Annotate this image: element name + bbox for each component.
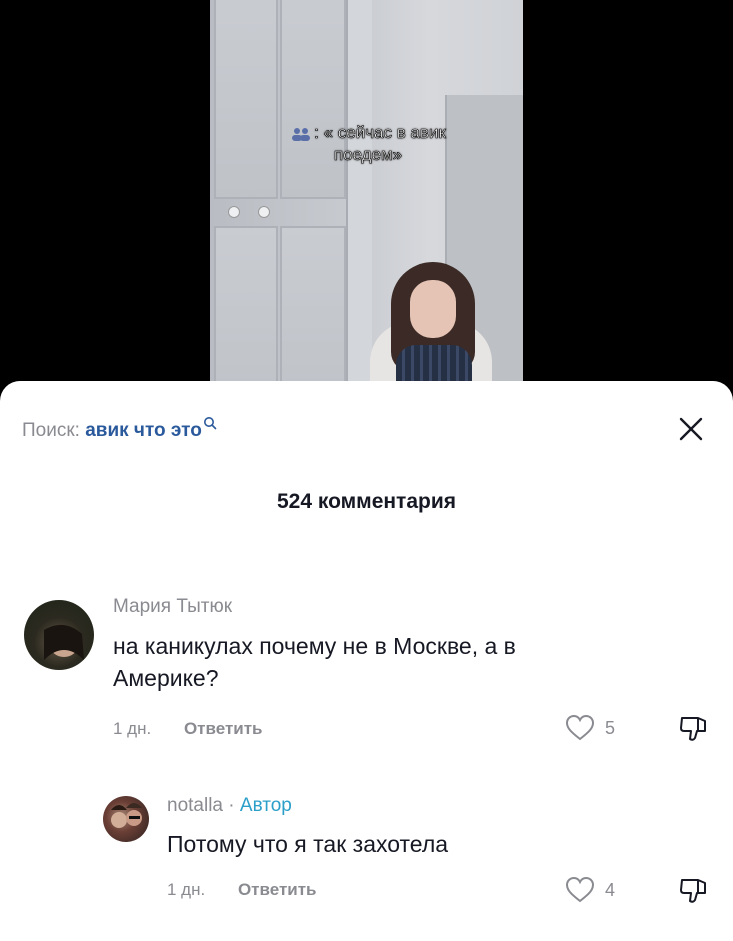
comment-author[interactable]: Мария Тытюк <box>113 596 232 618</box>
comment-time: 1 дн. <box>167 880 206 899</box>
comment-meta: 1 дн. Ответить <box>167 880 317 900</box>
caption-line-2: поедем» <box>333 145 403 165</box>
video-player[interactable]: : « сейчас в авик поедем» <box>0 0 733 390</box>
avatar-photo-icon <box>111 803 142 828</box>
reply-button[interactable]: Ответить <box>184 719 263 738</box>
search-suggestion[interactable]: Поиск: авик что это <box>22 417 217 442</box>
comment-author: notalla · Автор <box>167 795 292 817</box>
like-count: 4 <box>605 880 616 900</box>
author-badge: Автор <box>239 795 292 816</box>
comments-count: 524 комментария <box>276 490 457 513</box>
avatar[interactable] <box>103 796 149 842</box>
search-prefix: Поиск: <box>22 420 80 441</box>
reply-button[interactable]: Ответить <box>238 880 317 899</box>
heart-icon[interactable] <box>565 876 595 904</box>
video-frame: : « сейчас в авик поедем» <box>210 0 523 390</box>
heart-icon[interactable] <box>565 714 595 742</box>
author-name[interactable]: notalla <box>167 795 223 816</box>
comment-text: на каникулах почему не в Москве, а в Аме… <box>113 633 516 691</box>
caption-line-1: « сейчас в авик <box>323 123 446 143</box>
people-emoji-icon <box>292 127 311 141</box>
comment-time: 1 дн. <box>113 719 152 738</box>
author-separator: · <box>228 795 235 816</box>
avatar[interactable] <box>24 600 94 670</box>
avatar-photo-icon <box>44 624 84 660</box>
video-caption: : « сейчас в авик поедем» <box>224 122 512 166</box>
thumbs-down-icon[interactable] <box>678 713 708 743</box>
search-query[interactable]: авик что это <box>85 420 202 441</box>
search-icon <box>203 417 217 430</box>
comment-meta: 1 дн. Ответить <box>113 719 263 739</box>
like-count: 5 <box>605 718 616 738</box>
comment-text: Потому что я так захотела <box>167 831 449 857</box>
thumbs-down-icon[interactable] <box>678 875 708 905</box>
close-icon[interactable] <box>676 414 706 444</box>
